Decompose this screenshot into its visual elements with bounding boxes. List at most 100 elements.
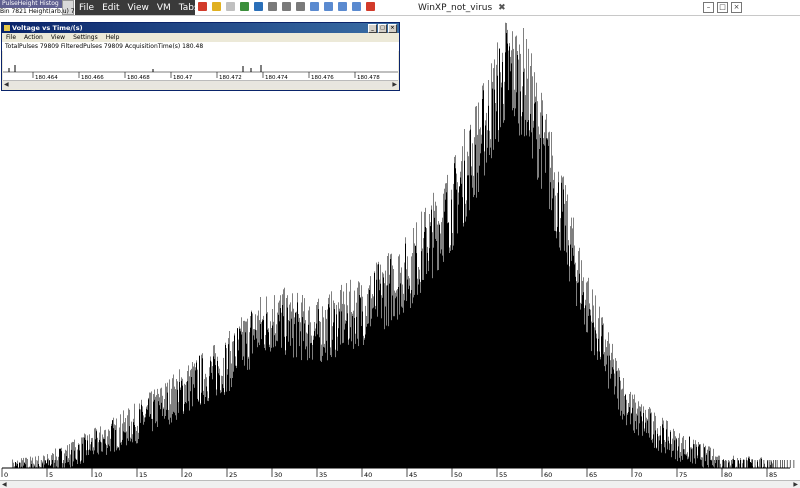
histogram-bar [468, 156, 469, 468]
histogram-bar [311, 322, 312, 468]
histogram-bar [265, 350, 266, 468]
histogram-bar [356, 303, 357, 468]
histogram-bar [196, 370, 197, 468]
histogram-bar [197, 399, 198, 468]
vt-menu-help[interactable]: Help [102, 33, 124, 42]
histogram-bar [675, 431, 676, 468]
histogram-bar [557, 227, 558, 468]
histogram-bar [544, 138, 545, 468]
voltage-window-titlebar[interactable]: Voltage vs Time/(s) _ □ × [2, 23, 399, 33]
tab-close-icon[interactable]: ✖ [498, 3, 506, 13]
histogram-bar [17, 463, 18, 468]
histogram-bar [177, 390, 178, 468]
voltage-time-window: Voltage vs Time/(s) _ □ × File Action Vi… [1, 22, 400, 91]
toolbar-icon-5[interactable] [268, 2, 277, 11]
histogram-bar [562, 183, 563, 468]
voltage-hscrollbar[interactable]: ◀ ▶ [3, 80, 398, 89]
histogram-bar [256, 330, 257, 468]
histogram-bar [454, 157, 455, 468]
vt-menu-view[interactable]: View [47, 33, 69, 42]
histogram-bar [664, 440, 665, 468]
histogram-bar [562, 212, 563, 468]
scroll-right-icon[interactable]: ▶ [392, 81, 397, 88]
histogram-bar [211, 373, 212, 468]
toolbar-icon-11[interactable] [352, 2, 361, 11]
histogram-bar [302, 303, 303, 469]
histogram-bar [609, 344, 610, 468]
vt-maximize-button[interactable]: □ [378, 24, 387, 33]
histogram-bar [258, 316, 259, 468]
minimize-button[interactable]: – [703, 2, 714, 13]
vt-minimize-button[interactable]: _ [368, 24, 377, 33]
histogram-bar [199, 402, 200, 468]
histogram-bar [337, 305, 338, 468]
histogram-bar [593, 306, 594, 469]
maximize-button[interactable]: □ [717, 2, 728, 13]
histogram-bar [478, 192, 479, 468]
menu-vm[interactable]: VM [153, 3, 175, 13]
histogram-bar [384, 283, 385, 468]
histogram-bar [242, 360, 243, 468]
histogram-bar [66, 450, 67, 468]
histogram-bar [90, 444, 91, 468]
histogram-bar [612, 344, 613, 468]
histogram-bar [254, 340, 255, 468]
histogram-bar [381, 318, 382, 468]
histogram-bar [569, 281, 570, 468]
histogram-bar [59, 449, 60, 469]
toolbar-icon-7[interactable] [296, 2, 305, 11]
toolbar-icon-6[interactable] [282, 2, 291, 11]
histogram-bar [434, 218, 435, 468]
histogram-bar [347, 313, 348, 468]
vt-close-button[interactable]: × [388, 24, 397, 33]
toolbar-icon-3[interactable] [240, 2, 249, 11]
menu-edit[interactable]: Edit [98, 3, 123, 13]
histogram-bar [156, 423, 157, 468]
histogram-bar [437, 225, 438, 468]
histogram-bar [257, 330, 258, 468]
toolbar-icon-10[interactable] [338, 2, 347, 11]
histogram-bar [221, 392, 222, 468]
histogram-bar [236, 356, 237, 468]
histogram-bar [226, 343, 227, 468]
tab-winxp[interactable]: WinXP_not_virus ✖ [412, 1, 496, 14]
vt-menu-action[interactable]: Action [20, 33, 47, 42]
toolbar-icon-0[interactable] [198, 2, 207, 11]
histogram-bar [148, 398, 149, 468]
toolbar-icon-12[interactable] [366, 2, 375, 11]
histogram-bar [162, 388, 163, 468]
histogram-bar [681, 462, 682, 468]
histogram-bar [595, 327, 596, 468]
toolbar-icon-2[interactable] [226, 2, 235, 11]
toolbar-icon-1[interactable] [212, 2, 221, 11]
histogram-bar [709, 446, 710, 468]
histogram-bar [127, 438, 128, 468]
histogram-bar [684, 454, 685, 468]
menu-file[interactable]: File [75, 3, 98, 13]
toolbar-icon-9[interactable] [324, 2, 333, 11]
toolbar-icon-8[interactable] [310, 2, 319, 11]
histogram-bar [514, 108, 515, 468]
vt-menu-file[interactable]: File [2, 33, 20, 42]
histogram-bar [155, 397, 156, 468]
histogram-bar [464, 223, 465, 468]
histogram-bar [282, 305, 283, 468]
x-tick-label: 55 [499, 471, 507, 479]
histogram-bar [441, 222, 442, 468]
guest-app-title[interactable]: PulseHeight Histog [0, 0, 64, 8]
histogram-bar [224, 392, 225, 468]
histogram-bar [632, 395, 633, 468]
histogram-bar [151, 391, 152, 468]
histogram-bar [351, 312, 352, 468]
close-button[interactable]: × [731, 2, 742, 13]
scroll-left-icon[interactable]: ◀ [4, 81, 9, 88]
histogram-bar [629, 407, 630, 468]
menu-view[interactable]: View [124, 3, 153, 13]
toolbar-icon-4[interactable] [254, 2, 263, 11]
histogram-bar [114, 452, 115, 468]
histogram-bar [573, 256, 574, 468]
histogram-bar [683, 460, 684, 468]
histogram-bar [475, 145, 476, 468]
vt-menu-settings[interactable]: Settings [69, 33, 102, 42]
histogram-bar [14, 463, 15, 468]
